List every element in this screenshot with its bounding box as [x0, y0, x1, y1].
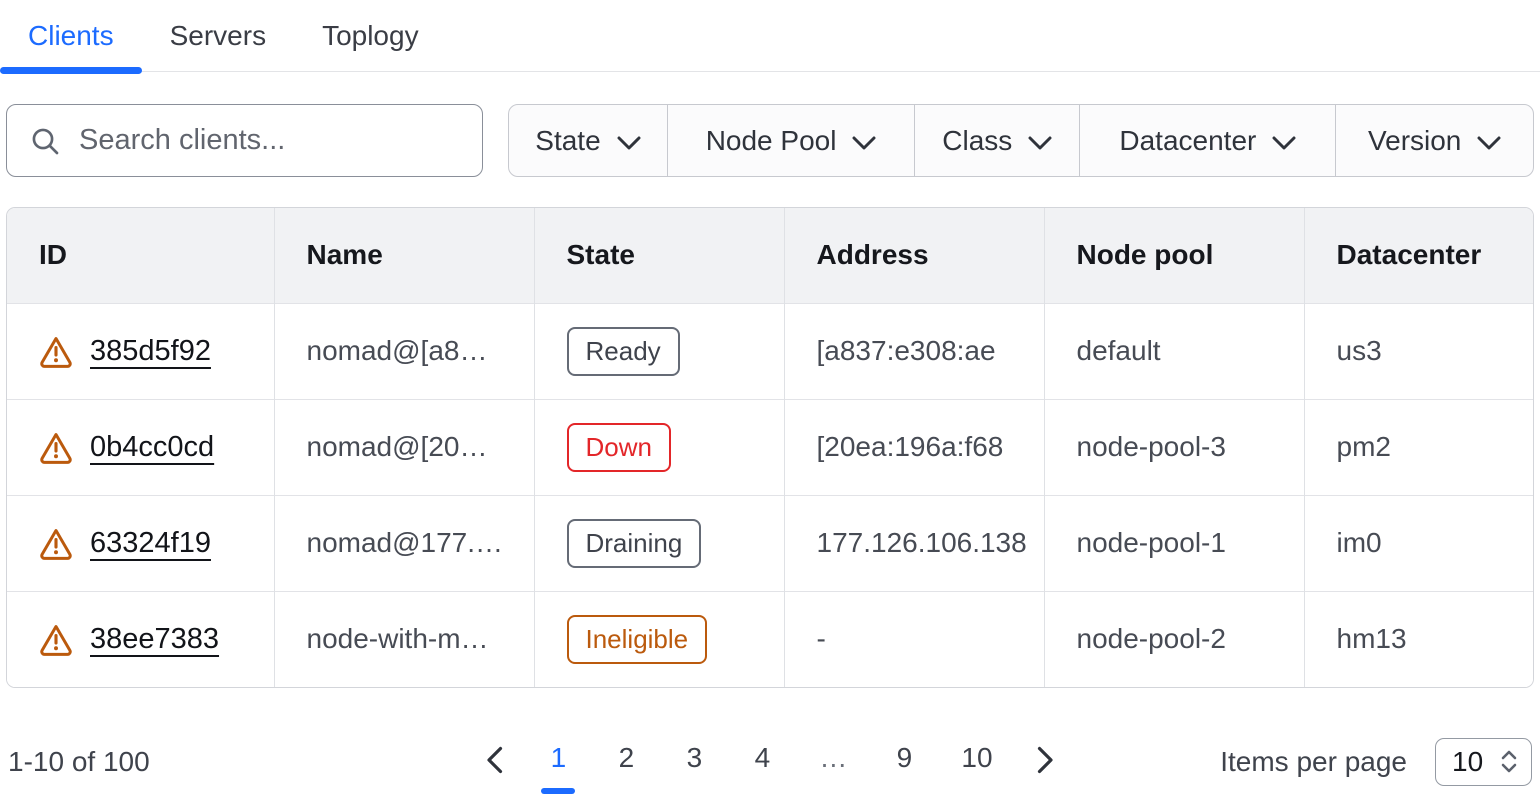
state-badge: Ineligible [567, 615, 708, 664]
client-id-link[interactable]: 385d5f92 [90, 335, 211, 368]
chevron-right-icon [1037, 746, 1054, 777]
filter-version[interactable]: Version [1335, 105, 1533, 176]
client-name: node-with-m… [274, 591, 534, 687]
search-input[interactable] [79, 124, 460, 157]
clients-table: ID Name State Address Node pool Datacent… [6, 207, 1534, 688]
column-header-address: Address [784, 208, 1044, 303]
column-header-datacenter: Datacenter [1304, 208, 1533, 303]
client-datacenter: im0 [1304, 495, 1533, 591]
client-node-pool: node-pool-1 [1044, 495, 1304, 591]
filter-datacenter[interactable]: Datacenter [1079, 105, 1335, 176]
filter-state[interactable]: State [509, 105, 667, 176]
warning-icon [39, 622, 73, 656]
page-ellipsis: … [811, 736, 855, 788]
filter-class[interactable]: Class [914, 105, 1079, 176]
page-button-4[interactable]: 4 [743, 736, 781, 788]
tab-bar: Clients Servers Toplogy [0, 0, 1540, 72]
state-badge: Down [567, 423, 671, 472]
pagination-range: 1-10 of 100 [8, 746, 480, 778]
tab-clients[interactable]: Clients [0, 0, 142, 71]
client-node-pool: node-pool-3 [1044, 399, 1304, 495]
filter-node-pool-label: Node Pool [706, 125, 837, 157]
table-row[interactable]: 385d5f92 nomad@[a8… Ready [a837:e308:ae … [7, 303, 1533, 399]
state-badge: Draining [567, 519, 702, 568]
page-button-9[interactable]: 9 [885, 736, 923, 788]
filter-state-label: State [535, 125, 600, 157]
client-address: - [784, 591, 1044, 687]
filter-version-label: Version [1368, 125, 1461, 157]
chevron-left-icon [486, 746, 503, 777]
chevron-down-icon [1028, 126, 1052, 158]
client-id-link[interactable]: 63324f19 [90, 527, 211, 560]
client-datacenter: pm2 [1304, 399, 1533, 495]
client-address: [a837:e308:ae [784, 303, 1044, 399]
client-node-pool: node-pool-2 [1044, 591, 1304, 687]
client-id-link[interactable]: 38ee7383 [90, 623, 219, 656]
client-node-pool: default [1044, 303, 1304, 399]
client-name: nomad@[a8… [274, 303, 534, 399]
client-name: nomad@[20… [274, 399, 534, 495]
items-per-page: Items per page 10 [1060, 738, 1532, 786]
pagination-bar: 1-10 of 100 1 2 3 4 … 9 10 Items per pag… [8, 726, 1532, 798]
pager: 1 2 3 4 … 9 10 [480, 736, 1059, 788]
filter-group: State Node Pool Class Datacenter Version [508, 104, 1534, 177]
tab-servers-label: Servers [170, 20, 266, 52]
client-datacenter: us3 [1304, 303, 1533, 399]
chevron-down-icon [1477, 126, 1501, 158]
chevron-down-icon [1272, 126, 1296, 158]
chevron-down-icon [617, 126, 641, 158]
tab-topology-label: Toplogy [322, 20, 419, 52]
toolbar: State Node Pool Class Datacenter Version [6, 104, 1534, 177]
page-button-10[interactable]: 10 [953, 736, 1000, 788]
tab-servers[interactable]: Servers [142, 0, 294, 71]
client-datacenter: hm13 [1304, 591, 1533, 687]
page-button-3[interactable]: 3 [675, 736, 713, 788]
table-row[interactable]: 38ee7383 node-with-m… Ineligible - node-… [7, 591, 1533, 687]
column-header-name: Name [274, 208, 534, 303]
column-header-node-pool: Node pool [1044, 208, 1304, 303]
items-per-page-label: Items per page [1220, 746, 1407, 778]
client-id-link[interactable]: 0b4cc0cd [90, 431, 214, 464]
items-per-page-value: 10 [1452, 746, 1483, 778]
search-icon [29, 125, 61, 157]
filter-class-label: Class [942, 125, 1012, 157]
filter-node-pool[interactable]: Node Pool [667, 105, 914, 176]
tab-clients-label: Clients [28, 20, 114, 52]
chevron-down-icon [852, 126, 876, 158]
client-name: nomad@177.… [274, 495, 534, 591]
table-row[interactable]: 63324f19 nomad@177.… Draining 177.126.10… [7, 495, 1533, 591]
previous-page-button[interactable] [480, 740, 509, 783]
table-row[interactable]: 0b4cc0cd nomad@[20… Down [20ea:196a:f68 … [7, 399, 1533, 495]
column-header-id: ID [7, 208, 274, 303]
warning-icon [39, 334, 73, 368]
state-badge: Ready [567, 327, 680, 376]
warning-icon [39, 430, 73, 464]
items-per-page-select[interactable]: 10 [1435, 738, 1532, 786]
warning-icon [39, 526, 73, 560]
page-button-2[interactable]: 2 [607, 736, 645, 788]
select-arrows-icon [1499, 748, 1519, 775]
client-address: 177.126.106.138 [784, 495, 1044, 591]
tab-topology[interactable]: Toplogy [294, 0, 447, 71]
column-header-state: State [534, 208, 784, 303]
page-button-1[interactable]: 1 [539, 736, 577, 788]
filter-datacenter-label: Datacenter [1119, 125, 1256, 157]
next-page-button[interactable] [1031, 740, 1060, 783]
table-header-row: ID Name State Address Node pool Datacent… [7, 208, 1533, 303]
client-address: [20ea:196a:f68 [784, 399, 1044, 495]
search-box[interactable] [6, 104, 483, 177]
